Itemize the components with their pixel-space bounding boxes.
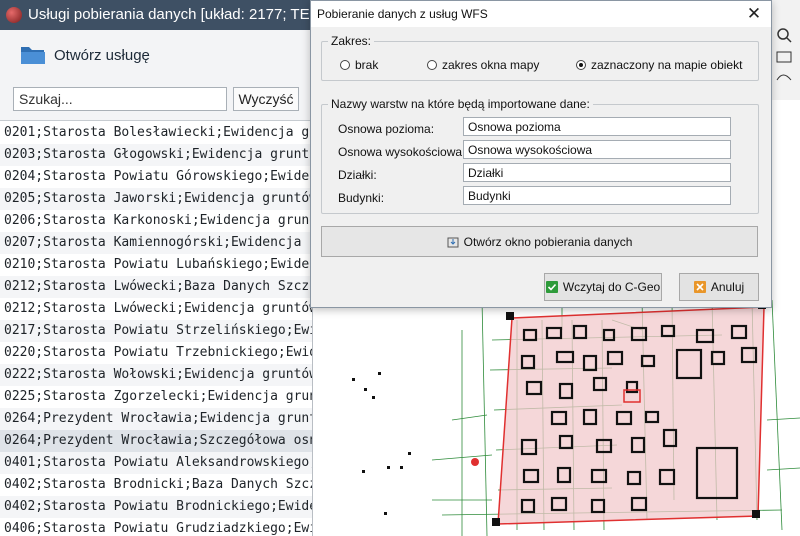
list-item[interactable]: 0206;Starosta Karkonoski;Ewidencja grunt… bbox=[0, 210, 312, 232]
control-point bbox=[384, 512, 387, 515]
load-label: Wczytaj do C-Geo bbox=[562, 280, 661, 294]
buildings-input[interactable] bbox=[463, 186, 731, 205]
parcel-line bbox=[766, 467, 800, 471]
window-titlebar: Usługi pobierania danych [układ: 2177; T… bbox=[0, 0, 312, 30]
dialog-title: Pobieranie danych z usług WFS bbox=[317, 7, 488, 21]
cancel-button[interactable]: Anuluj bbox=[679, 273, 759, 301]
horizontal-control-input[interactable] bbox=[463, 117, 731, 136]
parcel-line bbox=[481, 299, 488, 536]
curve-icon bbox=[776, 74, 792, 81]
parcel-line bbox=[451, 414, 488, 421]
control-point bbox=[400, 466, 403, 469]
list-item[interactable]: 0401;Starosta Powiatu Aleksandrowskiego;… bbox=[0, 452, 312, 474]
list-item[interactable]: 0220;Starosta Powiatu Trzebnickiego;Ewid… bbox=[0, 342, 312, 364]
radio-button-icon bbox=[340, 60, 350, 70]
control-point bbox=[378, 372, 381, 375]
cancel-label: Anuluj bbox=[710, 280, 745, 294]
control-point bbox=[408, 452, 411, 455]
search-bar: Wyczyść bbox=[0, 80, 312, 121]
open-download-label: Otwórz okno pobierania danych bbox=[463, 234, 633, 249]
list-item[interactable]: 0402;Starosta Brodnicki;Baza Danych Szcz… bbox=[0, 474, 312, 496]
document-download-icon bbox=[447, 237, 459, 247]
grid-icon bbox=[776, 51, 792, 63]
range-legend: Zakres: bbox=[328, 34, 375, 48]
control-point bbox=[372, 396, 375, 399]
map-side-toolbar[interactable] bbox=[770, 0, 800, 100]
radio-button-checked-icon bbox=[576, 60, 586, 70]
close-icon[interactable]: ✕ bbox=[737, 1, 771, 27]
checkmark-icon bbox=[545, 281, 558, 293]
globe-icon bbox=[6, 7, 22, 23]
list-item[interactable]: 0402;Starosta Powiatu Brodnickiego;Ewide… bbox=[0, 496, 312, 518]
open-service-button[interactable]: Otwórz usługę bbox=[20, 40, 150, 70]
list-item[interactable]: 0217;Starosta Powiatu Strzelińskiego;Ewi… bbox=[0, 320, 312, 342]
open-service-label: Otwórz usługę bbox=[54, 46, 150, 64]
search-input[interactable] bbox=[13, 87, 227, 111]
list-item[interactable]: 0225;Starosta Zgorzelecki;Ewidencja grun… bbox=[0, 386, 312, 408]
point-marker bbox=[471, 458, 479, 466]
vertex-handle bbox=[752, 510, 760, 518]
vertex-handle bbox=[506, 312, 514, 320]
window-title: Usługi pobierania danych [układ: 2177; T… bbox=[28, 6, 310, 23]
range-group: Zakres: brak zakres okna mapy zaznaczony… bbox=[321, 34, 759, 81]
clear-button[interactable]: Wyczyść bbox=[233, 87, 299, 111]
radio-label: brak bbox=[355, 58, 379, 72]
radio-button-icon bbox=[427, 60, 437, 70]
control-point bbox=[362, 470, 365, 473]
radio-none[interactable]: brak bbox=[340, 58, 378, 72]
field-label-horizontal-control: Osnowa pozioma: bbox=[338, 122, 435, 136]
list-item[interactable]: 0406;Starosta Powiatu Grudziadzkiego;Ewi… bbox=[0, 518, 312, 536]
field-label-buildings: Budynki: bbox=[338, 191, 385, 205]
field-label-parcels: Działki: bbox=[338, 168, 377, 182]
radio-map-window-extent[interactable]: zakres okna mapy bbox=[427, 58, 539, 72]
list-item[interactable]: 0212;Starosta Lwówecki;Ewidencja gruntów… bbox=[0, 298, 312, 320]
parcel-line bbox=[771, 299, 783, 531]
list-item[interactable]: 0264;Prezydent Wrocławia;Szczegółowa osn… bbox=[0, 430, 312, 452]
control-point bbox=[352, 378, 355, 381]
layer-names-group: Nazwy warstw na które będą importowane d… bbox=[321, 97, 759, 214]
control-point bbox=[364, 388, 367, 391]
control-point bbox=[387, 466, 390, 469]
wfs-services-window: Usługi pobierania danych [układ: 2177; T… bbox=[0, 0, 313, 536]
layers-legend: Nazwy warstw na które będą importowane d… bbox=[328, 97, 593, 111]
folder-icon bbox=[21, 47, 45, 64]
parcels-input[interactable] bbox=[463, 163, 731, 182]
list-item[interactable]: 0222;Starosta Wołowski;Ewidencja gruntów… bbox=[0, 364, 312, 386]
toolbar: Otwórz usługę bbox=[0, 30, 312, 80]
list-item[interactable]: 0201;Starosta Bolesławiecki;Ewidencja gr… bbox=[0, 122, 312, 144]
vertex-handle bbox=[492, 518, 500, 526]
list-item[interactable]: 0207;Starosta Kamiennogórski;Ewidencja g… bbox=[0, 232, 312, 254]
wfs-download-dialog: Pobieranie danych z usług WFS ✕ Zakres: … bbox=[310, 0, 772, 308]
list-item[interactable]: 0264;Prezydent Wrocławia;Ewidencja grunt… bbox=[0, 408, 312, 430]
cancel-icon bbox=[693, 281, 706, 293]
list-item[interactable]: 0205;Starosta Jaworski;Ewidencja gruntów… bbox=[0, 188, 312, 210]
dialog-titlebar: Pobieranie danych z usług WFS ✕ bbox=[311, 1, 771, 27]
radio-label: zakres okna mapy bbox=[442, 58, 540, 72]
open-download-window-button[interactable]: Otwórz okno pobierania danych bbox=[321, 226, 758, 257]
radio-selected-object[interactable]: zaznaczony na mapie obiekt bbox=[576, 58, 742, 72]
vertical-control-input[interactable] bbox=[463, 140, 731, 159]
list-item[interactable]: 0203;Starosta Głogowski;Ewidencja gruntó… bbox=[0, 144, 312, 166]
field-label-vertical-control: Osnowa wysokościowa: bbox=[338, 145, 466, 159]
radio-label: zaznaczony na mapie obiekt bbox=[591, 58, 743, 72]
list-item[interactable]: 0212;Starosta Lwówecki;Baza Danych Szcze… bbox=[0, 276, 312, 298]
list-item[interactable]: 0210;Starosta Powiatu Lubańskiego;Ewiden… bbox=[0, 254, 312, 276]
parcel-line bbox=[766, 417, 800, 421]
load-to-cgeo-button[interactable]: Wczytaj do C-Geo bbox=[544, 273, 662, 301]
zoom-icon bbox=[777, 28, 789, 40]
list-item[interactable]: 0204;Starosta Powiatu Górowskiego;Ewiden… bbox=[0, 166, 312, 188]
service-list[interactable]: 0201;Starosta Bolesławiecki;Ewidencja gr… bbox=[0, 122, 312, 536]
